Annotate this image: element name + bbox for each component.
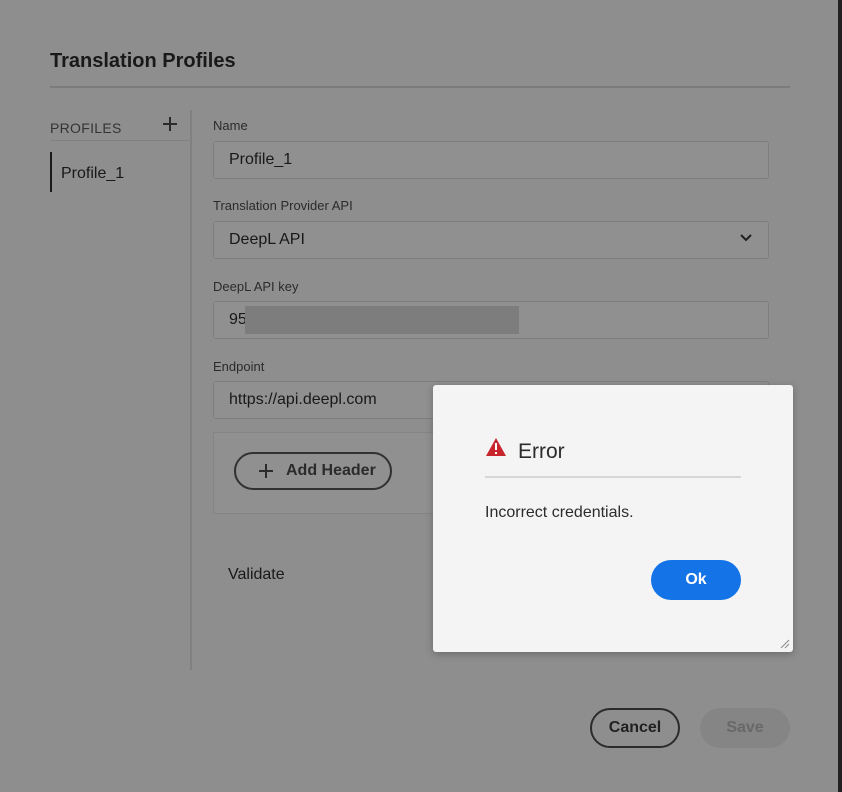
error-divider — [485, 476, 741, 478]
error-title: Error — [518, 440, 565, 463]
ok-button[interactable]: Ok — [651, 560, 741, 600]
error-message: Incorrect credentials. — [485, 504, 634, 521]
error-dialog: Error Incorrect credentials. Ok — [433, 385, 793, 652]
resize-grip-icon[interactable] — [778, 637, 790, 649]
alert-triangle-icon — [486, 438, 506, 456]
